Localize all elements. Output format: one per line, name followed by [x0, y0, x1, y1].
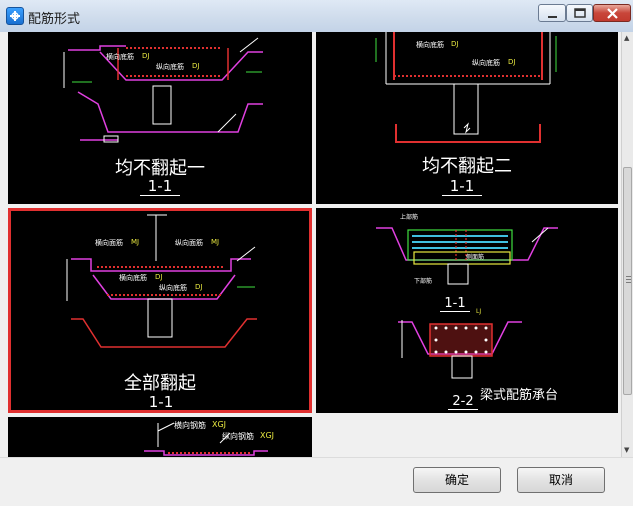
scroll-up-icon[interactable]: ▲: [624, 34, 629, 42]
diagram-2-tag-1: DJ: [451, 40, 459, 48]
diagram-5-label-h: 横向钢筋: [174, 421, 206, 430]
diagram-3-label-h-bottom: 横向底筋: [119, 274, 147, 282]
scrollbar-thumb[interactable]: [623, 167, 632, 395]
diagram-3-label-v-bottom: 纵向底筋: [159, 284, 187, 292]
diagram-1-label-v-bottom: 纵向底筋: [156, 63, 184, 71]
close-button[interactable]: [593, 4, 631, 22]
window-title: 配筋形式: [28, 12, 81, 27]
option-3-section: 1-1: [141, 393, 181, 410]
minimize-button[interactable]: [538, 4, 566, 22]
ok-button[interactable]: 确定: [413, 467, 501, 493]
option-cell-3[interactable]: 横向面筋 MJ 纵向面筋 MJ 横向底筋 DJ 纵向底筋 DJ 全部翻起 1-1: [8, 208, 312, 413]
diagram-3-tag-1: MJ: [131, 238, 140, 246]
diagram-4-label-side: 侧面筋: [466, 254, 485, 261]
diagram-3-tag-3: DJ: [155, 273, 163, 281]
diagram-4-label-lj: LJ: [476, 308, 482, 315]
diagram-1-tag-2: DJ: [192, 62, 200, 70]
vertical-scrollbar[interactable]: ▲ ▼: [621, 32, 633, 457]
options-grid: 横向底筋 DJ 纵向底筋 DJ 均不翻起一 1-1 横向底筋 DJ 纵向底筋 D…: [0, 32, 621, 457]
diagram-2-tag-2: DJ: [508, 58, 516, 66]
maximize-icon: [574, 8, 586, 18]
option-2-section: 1-1: [442, 177, 482, 196]
option-cell-2[interactable]: 横向底筋 DJ 纵向底筋 DJ 均不翻起二 1-1: [316, 32, 618, 204]
scroll-down-icon[interactable]: ▼: [624, 446, 629, 454]
option-3-caption: 全部翻起: [124, 373, 196, 394]
option-4-caption: 梁式配筋承台: [480, 388, 559, 403]
diagram-2-label-h-bottom: 横向底筋: [416, 41, 444, 49]
diagram-3-label-v-top: 纵向面筋: [175, 239, 203, 247]
title-bar: 配筋形式: [0, 0, 633, 33]
option-cell-1[interactable]: 横向底筋 DJ 纵向底筋 DJ 均不翻起一 1-1: [8, 32, 312, 204]
dialog-button-bar: 确定 取消: [0, 457, 633, 506]
option-2-caption: 均不翻起二: [422, 156, 512, 177]
diagram-1-label-h-bottom: 横向底筋: [106, 53, 134, 61]
option-4-section-1: 1-1: [440, 296, 470, 312]
diagram-5-tag-1: XGJ: [212, 420, 227, 429]
diagram-5-tag-2: XGJ: [260, 431, 275, 440]
option-1-section: 1-1: [140, 177, 180, 196]
diagram-4-label-top: 上部筋: [400, 214, 419, 221]
diagram-3-tag-4: DJ: [195, 283, 203, 291]
diagram-3-tag-2: MJ: [211, 238, 220, 246]
option-cell-4[interactable]: 上部筋 下部筋 侧面筋 LJ 1-1 2-2 梁式配筋承台: [316, 208, 618, 413]
diagram-4-label-bottom: 下部筋: [414, 278, 433, 285]
diagram-2-label-v-bottom: 纵向底筋: [472, 59, 500, 67]
minimize-icon: [548, 16, 557, 18]
cancel-button[interactable]: 取消: [517, 467, 605, 493]
option-4-section-2: 2-2: [448, 394, 478, 410]
diagram-5-label-v: 纵向钢筋: [222, 432, 254, 441]
option-cell-5[interactable]: 横向钢筋 XGJ 纵向钢筋 XGJ: [8, 417, 312, 457]
maximize-button[interactable]: [566, 4, 593, 22]
close-icon: [607, 8, 618, 19]
app-icon: [6, 7, 24, 25]
diagram-3-label-h-top: 横向面筋: [95, 239, 123, 247]
diagram-1-tag-1: DJ: [142, 52, 150, 60]
